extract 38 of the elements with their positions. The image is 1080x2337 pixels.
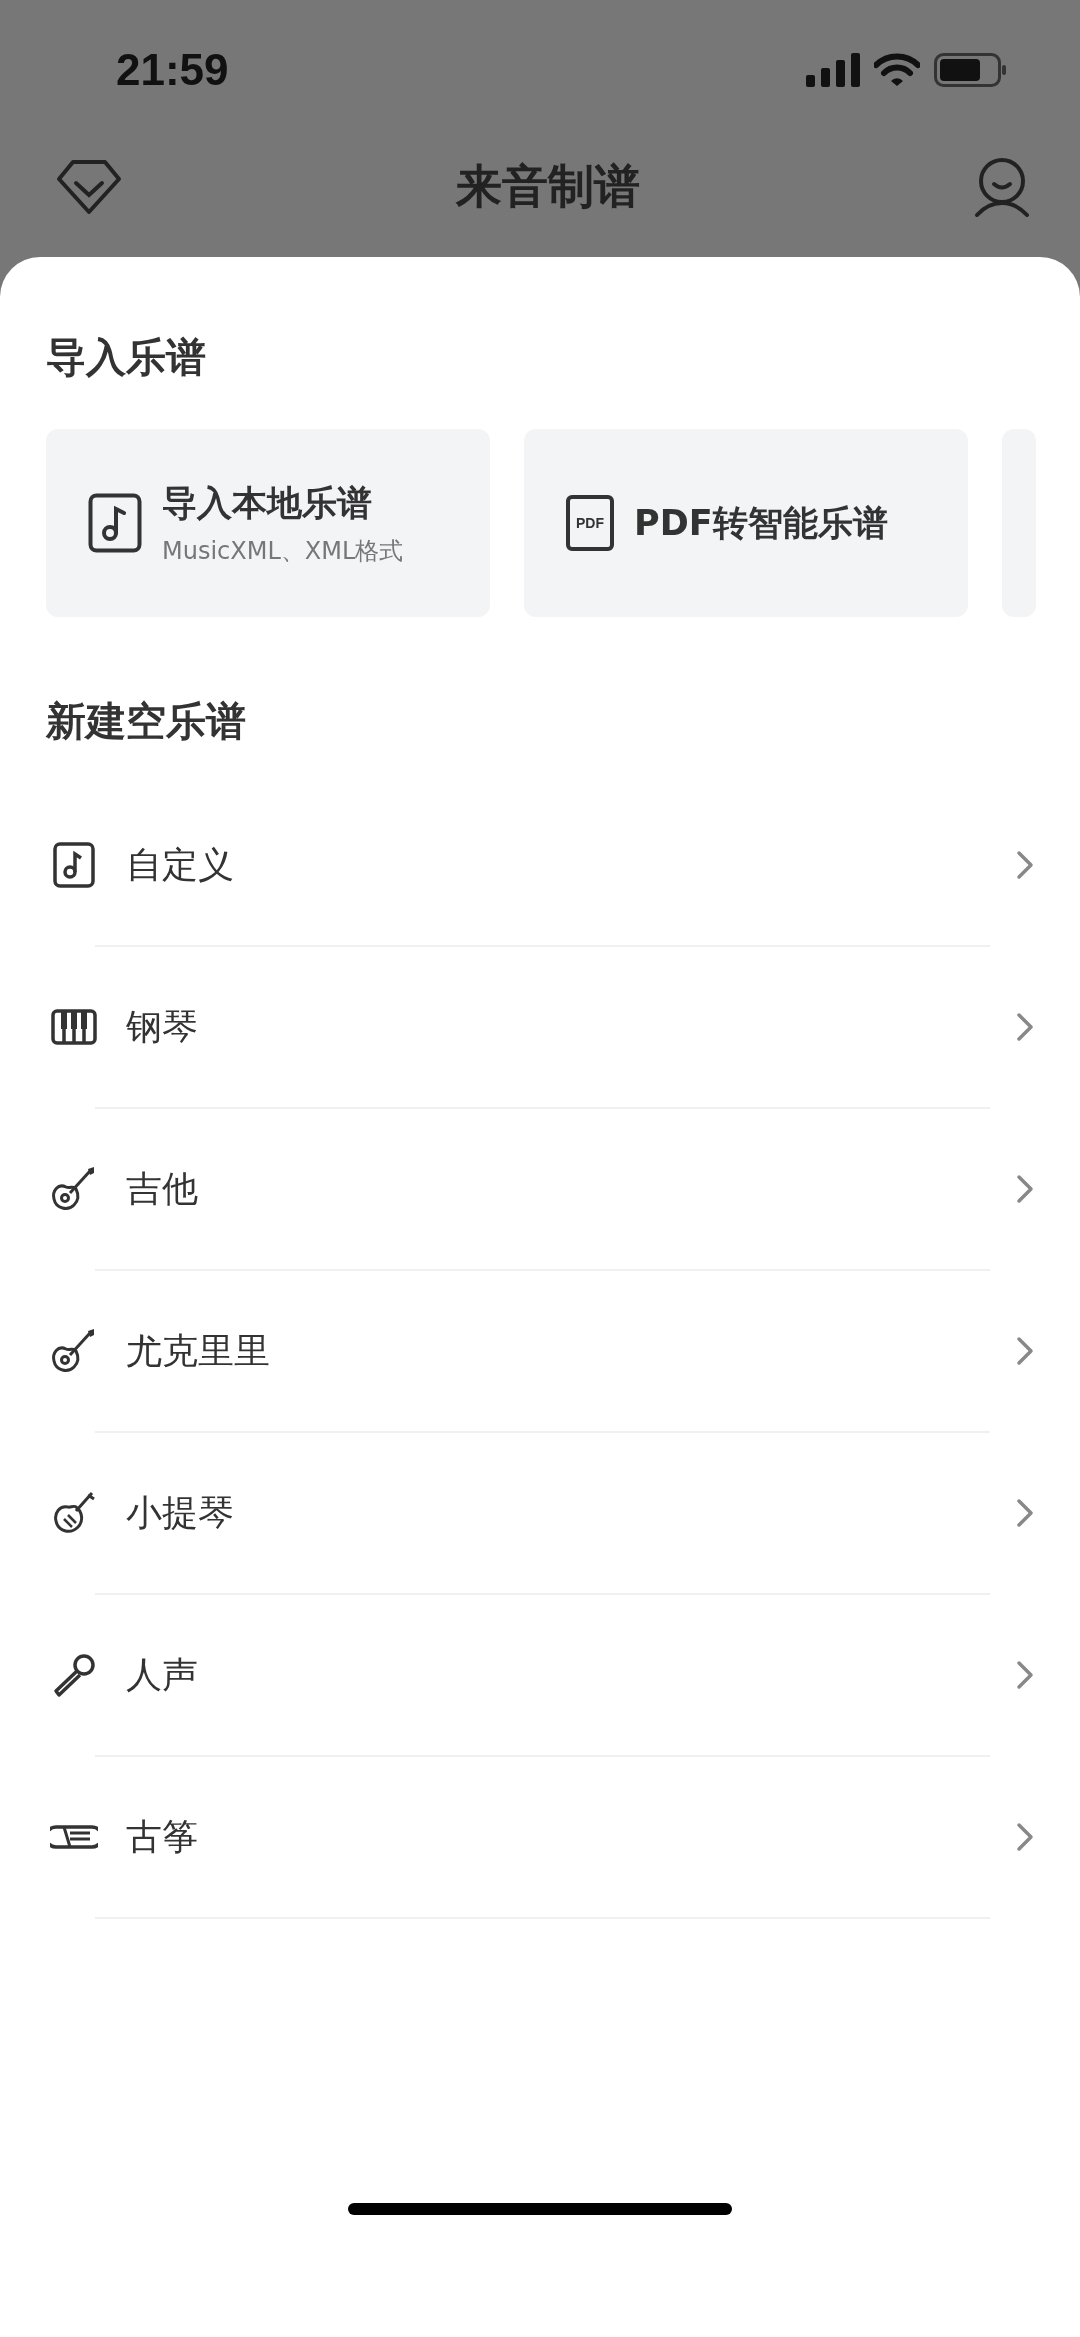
music-note-icon [50, 841, 98, 889]
item-label: 钢琴 [126, 1004, 199, 1049]
chevron-right-icon [1016, 850, 1034, 880]
chevron-right-icon [1016, 1498, 1034, 1528]
instrument-item[interactable]: 吉他 [0, 1109, 1080, 1269]
card-title: PDF转智能乐谱 [634, 501, 888, 545]
import-card[interactable]: PDF PDF转智能乐谱 [524, 429, 968, 617]
instrument-item[interactable]: 钢琴 [0, 947, 1080, 1107]
pdf-icon: PDF [566, 495, 614, 551]
battery-icon [934, 53, 1008, 87]
chevron-right-icon [1016, 1174, 1034, 1204]
import-card[interactable]: 导入本地乐谱 MusicXML、XML格式 [46, 429, 490, 617]
chevron-right-icon [1016, 1822, 1034, 1852]
profile-icon[interactable] [974, 156, 1030, 217]
instrument-item[interactable]: 小提琴 [0, 1433, 1080, 1593]
app-title: 来音制谱 [456, 157, 640, 215]
item-label: 人声 [126, 1652, 199, 1697]
item-label: 小提琴 [126, 1490, 235, 1535]
diamond-icon[interactable] [56, 158, 122, 215]
wifi-icon [874, 53, 920, 87]
instrument-item[interactable]: 自定义 [0, 785, 1080, 945]
chevron-right-icon [1016, 1660, 1034, 1690]
card-subtitle: MusicXML、XML格式 [162, 535, 404, 567]
section-title: 导入乐谱 [45, 333, 207, 377]
item-label: 吉他 [126, 1166, 199, 1211]
instrument-item[interactable]: 古筝 [0, 1757, 1080, 1917]
item-label: 尤克里里 [126, 1328, 271, 1373]
music-file-icon [88, 493, 142, 553]
item-label: 古筝 [126, 1814, 199, 1859]
section-title: 新建空乐谱 [45, 697, 247, 741]
item-label: 自定义 [126, 842, 235, 887]
instrument-item[interactable]: 人声 [0, 1595, 1080, 1755]
status-time: 21:59 [116, 45, 229, 95]
chevron-right-icon [1016, 1012, 1034, 1042]
instrument-item[interactable]: 尤克里里 [0, 1271, 1080, 1431]
card-title: 导入本地乐谱 [162, 481, 373, 525]
chevron-right-icon [1016, 1336, 1034, 1366]
signal-icon [806, 53, 860, 87]
